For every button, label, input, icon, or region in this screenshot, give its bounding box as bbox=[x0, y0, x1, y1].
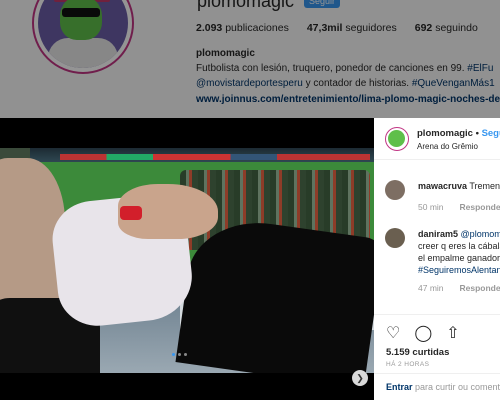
post-follow-button[interactable]: Seguir bbox=[482, 128, 500, 139]
bio-link[interactable]: www.joinnus.com/entretenimiento/lima-plo… bbox=[196, 94, 500, 105]
comment-1-text: mawacruva Tremend bbox=[418, 181, 500, 191]
post-location[interactable]: Arena do Grêmio bbox=[417, 142, 478, 151]
video-frame[interactable] bbox=[0, 148, 374, 373]
profile-header: plomomagic Seguir 2.093 publicaciones 47… bbox=[0, 0, 500, 118]
post-author-username[interactable]: plomomagic bbox=[417, 128, 473, 139]
comment-2-text: daniram5 @plomom creer q eres la cábala … bbox=[418, 229, 500, 275]
profile-avatar[interactable] bbox=[32, 0, 134, 74]
posts-stat: 2.093 publicaciones bbox=[196, 22, 289, 34]
bio-name: plomomagic bbox=[196, 48, 255, 59]
comment-1-user[interactable]: mawacruva bbox=[418, 181, 467, 191]
bio-hashtag-2[interactable]: #QueVenganMás1 bbox=[412, 78, 495, 89]
avatar-illustration bbox=[38, 0, 128, 68]
post-timestamp: HÁ 2 HORAS bbox=[386, 361, 430, 368]
comment-2-reply-button[interactable]: Responder bbox=[460, 283, 500, 293]
post-actions: ♡ ◯ ⇧ 5.159 curtidas HÁ 2 HORAS bbox=[374, 314, 500, 368]
comment-avatar[interactable] bbox=[385, 228, 405, 248]
carousel-dots bbox=[172, 353, 187, 356]
comment-1-meta: 50 min Responder bbox=[418, 202, 500, 212]
profile-username: plomomagic bbox=[197, 0, 295, 11]
comment-avatar[interactable] bbox=[385, 180, 405, 200]
bio-line-2: @movistardeportesperu y contador de hist… bbox=[196, 78, 495, 89]
carousel-dot bbox=[178, 353, 181, 356]
chevron-right-icon[interactable]: ❯ bbox=[352, 370, 368, 386]
post-author-avatar[interactable] bbox=[385, 127, 409, 151]
login-link[interactable]: Entrar bbox=[386, 382, 413, 392]
post-author: plomomagic • Seguir bbox=[417, 128, 500, 139]
profile-follow-button[interactable]: Seguir bbox=[304, 0, 340, 8]
profile-stats: 2.093 publicaciones 47,3mil seguidores 6… bbox=[196, 22, 478, 34]
carousel-dot bbox=[172, 353, 175, 356]
post-header: plomomagic • Seguir Arena do Grêmio bbox=[374, 118, 500, 160]
bio-mention[interactable]: @movistardeportesperu bbox=[196, 78, 303, 89]
followers-stat[interactable]: 47,3mil seguidores bbox=[307, 22, 397, 34]
likes-count[interactable]: 5.159 curtidas bbox=[386, 347, 449, 358]
post-media[interactable]: ❯ bbox=[0, 118, 374, 400]
carousel-dot bbox=[184, 353, 187, 356]
bio-line-1: Futbolista con lesión, truquero, ponedor… bbox=[196, 63, 494, 74]
following-stat[interactable]: 692 seguindo bbox=[415, 22, 478, 34]
comment-icon[interactable]: ◯ bbox=[414, 323, 432, 343]
heart-icon[interactable]: ♡ bbox=[386, 323, 400, 343]
login-prompt: Entrar para curtir ou comenta bbox=[374, 373, 500, 400]
comment-1-reply-button[interactable]: Responder bbox=[460, 202, 500, 212]
bio-hashtag-1[interactable]: #ElFu bbox=[467, 63, 493, 74]
share-icon[interactable]: ⇧ bbox=[446, 323, 459, 343]
comment-2-meta: 47 min Responder bbox=[418, 283, 500, 293]
comment-2-user[interactable]: daniram5 bbox=[418, 229, 458, 239]
post-sidebar: plomomagic • Seguir Arena do Grêmio mawa… bbox=[374, 118, 500, 400]
